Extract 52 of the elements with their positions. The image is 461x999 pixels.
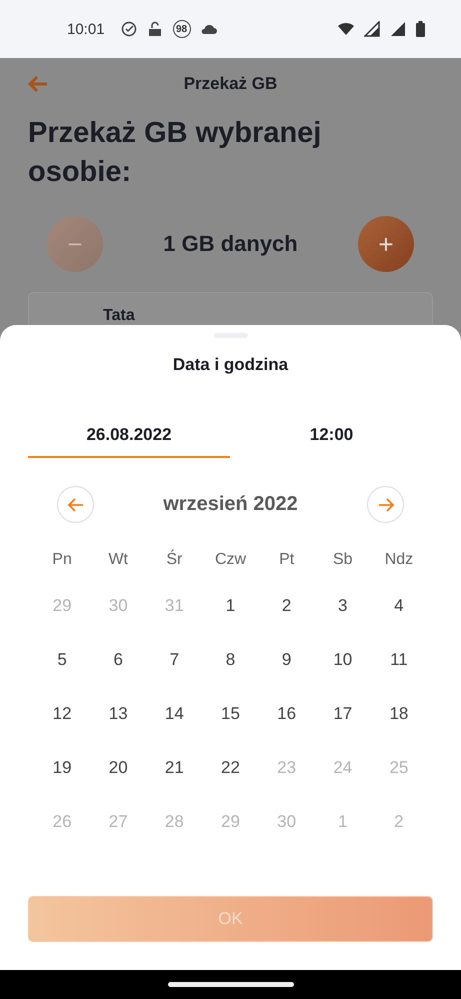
arrow-right-icon bbox=[376, 496, 394, 514]
status-time: 10:01 bbox=[67, 20, 105, 38]
calendar-day[interactable]: 14 bbox=[146, 687, 202, 741]
calendar-day[interactable]: 18 bbox=[370, 687, 427, 741]
weekday-label: Wt bbox=[107, 550, 129, 570]
calendar-day[interactable]: 19 bbox=[34, 741, 90, 795]
date-tab[interactable]: 26.08.2022 bbox=[28, 419, 230, 458]
calendar-day[interactable]: 21 bbox=[146, 741, 202, 795]
signal-icon bbox=[390, 21, 406, 37]
sheet-title: Data i godzina bbox=[172, 355, 288, 375]
calendar-day[interactable]: 3 bbox=[314, 579, 371, 633]
weekday-label: Czw bbox=[214, 550, 248, 570]
calendar-day[interactable]: 6 bbox=[90, 633, 146, 687]
calendar-day[interactable]: 12 bbox=[34, 687, 90, 741]
calendar-day[interactable]: 2 bbox=[258, 579, 315, 633]
calendar-day[interactable]: 22 bbox=[202, 741, 259, 795]
calendar-day[interactable]: 4 bbox=[370, 579, 427, 633]
month-label: wrzesień 2022 bbox=[163, 493, 298, 516]
calendar-day[interactable]: 16 bbox=[258, 687, 315, 741]
check-circle-icon bbox=[120, 21, 137, 37]
previous-month-button[interactable] bbox=[57, 486, 94, 523]
next-month-button[interactable] bbox=[367, 486, 404, 523]
time-tab[interactable]: 12:00 bbox=[230, 419, 433, 458]
calendar-day[interactable]: 17 bbox=[314, 687, 371, 741]
calendar-day[interactable]: 7 bbox=[146, 633, 202, 687]
calendar-day[interactable]: 13 bbox=[90, 687, 146, 741]
plus-button[interactable]: + bbox=[358, 216, 414, 272]
weekday-label: Sb bbox=[332, 550, 354, 570]
signal-icon bbox=[364, 21, 380, 37]
notification-badge: 98 bbox=[172, 20, 191, 38]
calendar-day[interactable]: 10 bbox=[314, 633, 371, 687]
home-indicator[interactable] bbox=[168, 982, 294, 987]
battery-icon bbox=[416, 21, 425, 37]
recipient-card[interactable]: Tata bbox=[28, 292, 433, 325]
weekday-label: Śr bbox=[165, 548, 184, 570]
calendar-day[interactable]: 8 bbox=[202, 633, 259, 687]
wifi-icon bbox=[338, 21, 354, 37]
calendar-day[interactable]: 5 bbox=[34, 633, 90, 687]
weekday-label: Ndz bbox=[384, 550, 414, 570]
calendar-day[interactable]: 15 bbox=[202, 687, 259, 741]
page-title: Przekaż GB bbox=[184, 74, 278, 94]
recipient-name: Tata bbox=[103, 307, 135, 325]
unlock-icon bbox=[146, 21, 163, 37]
data-amount: 1 GB danych bbox=[163, 231, 298, 257]
page-heading: Przekaż GB wybranej osobie: bbox=[28, 116, 322, 190]
calendar-day[interactable]: 9 bbox=[258, 633, 315, 687]
weekday-label: Pt bbox=[278, 550, 296, 570]
weekday-label: Pn bbox=[51, 550, 73, 570]
calendar-day[interactable]: 1 bbox=[202, 579, 259, 633]
calendar-day[interactable]: 11 bbox=[370, 633, 427, 687]
calendar-day[interactable]: 20 bbox=[90, 741, 146, 795]
arrow-left-icon bbox=[66, 496, 84, 514]
